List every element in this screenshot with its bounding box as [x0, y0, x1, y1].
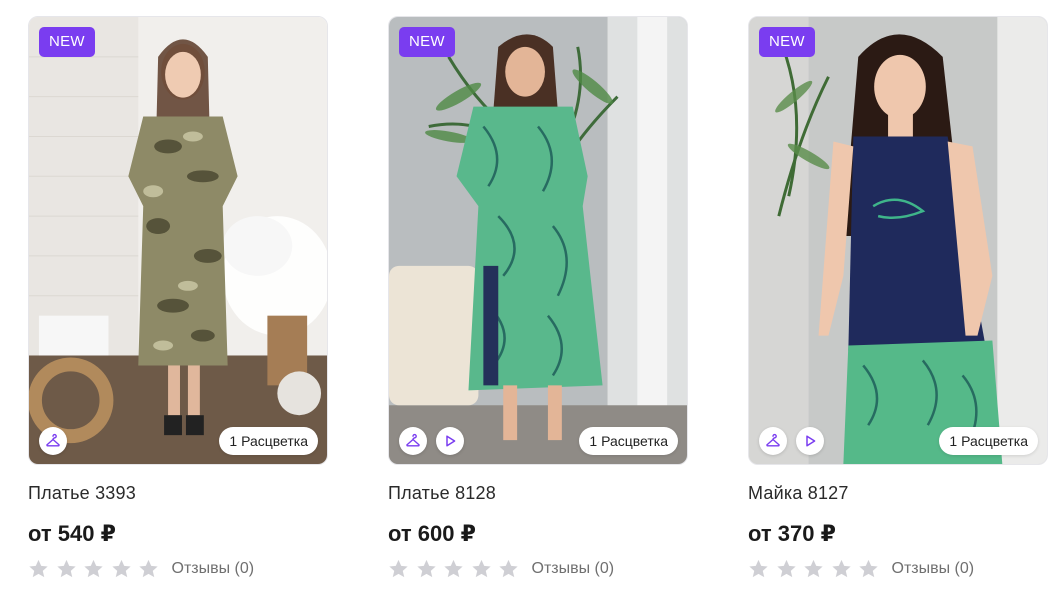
product-card[interactable]: NEW 1 Расцветка Платье 8128 от 600 ₽ Отз…	[388, 16, 688, 581]
product-grid: NEW 1 Расцветка Платье 3393 от 540 ₽ Отз…	[0, 0, 1056, 605]
play-video-icon[interactable]	[796, 427, 824, 455]
rating-row: Отзывы (0)	[28, 557, 328, 581]
reviews-link[interactable]: Отзывы (0)	[892, 560, 975, 578]
star-icon	[111, 559, 132, 579]
colors-count-pill[interactable]: 1 Расцветка	[939, 427, 1038, 455]
product-image-navy-top	[749, 17, 1047, 464]
product-name[interactable]: Платье 8128	[388, 482, 688, 504]
reviews-link[interactable]: Отзывы (0)	[172, 560, 255, 578]
star-icon	[748, 559, 769, 579]
star-icon	[388, 559, 409, 579]
star-icon	[498, 559, 519, 579]
hanger-icon[interactable]	[399, 427, 427, 455]
product-photo[interactable]: NEW 1 Расцветка	[28, 16, 328, 465]
star-icon	[858, 559, 879, 579]
product-price: от 600 ₽	[388, 521, 476, 546]
star-icon	[471, 559, 492, 579]
product-name[interactable]: Платье 3393	[28, 482, 328, 504]
hanger-icon[interactable]	[39, 427, 67, 455]
reviews-link[interactable]: Отзывы (0)	[532, 560, 615, 578]
rating-row: Отзывы (0)	[388, 557, 688, 581]
product-price: от 540 ₽	[28, 521, 116, 546]
colors-count-pill[interactable]: 1 Расцветка	[219, 427, 318, 455]
hanger-icon[interactable]	[759, 427, 787, 455]
product-card[interactable]: NEW 1 Расцветка Платье 3393 от 540 ₽ Отз…	[28, 16, 328, 581]
rating-row: Отзывы (0)	[748, 557, 1048, 581]
product-image-green-dress	[389, 17, 687, 464]
product-photo[interactable]: NEW 1 Расцветка	[388, 16, 688, 465]
product-image-camo-dress	[29, 17, 327, 464]
new-badge: NEW	[759, 27, 815, 57]
product-name[interactable]: Майка 8127	[748, 482, 1048, 504]
star-icon	[776, 559, 797, 579]
star-icon	[28, 559, 49, 579]
colors-count-pill[interactable]: 1 Расцветка	[579, 427, 678, 455]
star-icon	[138, 559, 159, 579]
product-card[interactable]: NEW 1 Расцветка Майка 8127 от 370 ₽ Отзы…	[748, 16, 1048, 581]
star-icon	[56, 559, 77, 579]
star-icon	[443, 559, 464, 579]
star-icon	[831, 559, 852, 579]
star-icon	[83, 559, 104, 579]
new-badge: NEW	[399, 27, 455, 57]
product-price: от 370 ₽	[748, 521, 836, 546]
new-badge: NEW	[39, 27, 95, 57]
product-photo[interactable]: NEW 1 Расцветка	[748, 16, 1048, 465]
star-icon	[416, 559, 437, 579]
play-video-icon[interactable]	[436, 427, 464, 455]
star-icon	[803, 559, 824, 579]
